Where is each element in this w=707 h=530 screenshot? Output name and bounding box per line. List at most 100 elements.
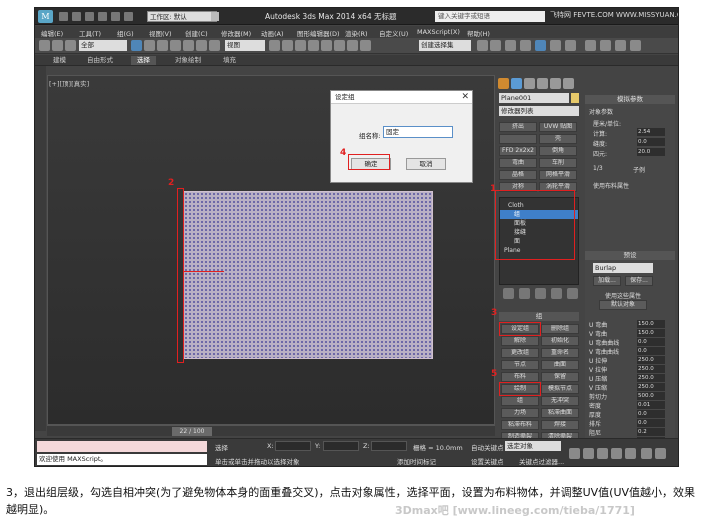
sticky-cloth-button[interactable]: 粘滞布料 (501, 420, 539, 430)
object-params-title[interactable]: 模拟参数 (585, 95, 675, 104)
configure-sets-icon[interactable] (567, 288, 578, 299)
uv-param-value[interactable]: 0.2 (637, 428, 665, 436)
rotate-icon[interactable] (196, 40, 207, 51)
menu-graph-editors[interactable]: 图形编辑器(D) (297, 28, 340, 38)
option-use-cloth-props[interactable]: 使用布料属性 (593, 181, 629, 190)
motion-tab-icon[interactable] (537, 78, 548, 89)
rendered-frame-icon[interactable] (600, 40, 611, 51)
tab-populate[interactable]: 填充 (217, 56, 242, 65)
z-coord-field[interactable] (371, 441, 407, 451)
render-iterative-icon[interactable] (630, 40, 641, 51)
app-logo-icon[interactable]: M (38, 10, 53, 23)
next-frame-icon[interactable] (611, 448, 622, 459)
window-crossing-icon[interactable] (170, 40, 181, 51)
menu-tools[interactable]: 工具(T) (79, 28, 101, 38)
hierarchy-tab-icon[interactable] (524, 78, 535, 89)
option-subsample[interactable]: 1/3 (593, 165, 603, 172)
uv-param-value[interactable]: 0.0 (637, 347, 665, 355)
preset-select[interactable]: Burlap (593, 263, 653, 273)
object-name-field[interactable]: Plane001 (499, 93, 569, 103)
zoom-icon[interactable] (641, 448, 652, 459)
menu-maxscript[interactable]: MAXScript(X) (417, 28, 460, 36)
modifier-extrude-button[interactable]: 挤出 (499, 122, 537, 132)
menu-modifiers[interactable]: 修改器(M) (221, 28, 251, 38)
selection-filter-select[interactable]: 全部 (79, 40, 127, 51)
modifier-meshsmooth-button[interactable]: 网格平滑 (539, 170, 577, 180)
load-button[interactable]: 加载... (593, 276, 621, 286)
preset-title[interactable]: 预设 (585, 251, 675, 260)
cancel-button[interactable]: 取消 (406, 158, 446, 170)
auto-key-button[interactable]: 自动关键点 (471, 442, 504, 452)
render-production-icon[interactable] (615, 40, 626, 51)
uv-param-value[interactable]: 150.0 (637, 329, 665, 337)
unlink-icon[interactable] (52, 40, 63, 51)
utilities-tab-icon[interactable] (563, 78, 574, 89)
redo-icon[interactable] (111, 12, 120, 21)
goto-start-icon[interactable] (569, 448, 580, 459)
modifier-bend-button[interactable]: 弯曲 (499, 158, 537, 168)
material-editor-icon[interactable] (565, 40, 576, 51)
tab-selection[interactable]: 选择 (131, 56, 156, 65)
maxscript-prompt[interactable]: 欢迎使用 MAXScript。 (37, 454, 207, 465)
value-calc[interactable]: 2.54 (637, 128, 665, 136)
uv-param-value[interactable]: 250.0 (637, 374, 665, 382)
modifier-bevel-button[interactable]: 倒角 (539, 146, 577, 156)
time-slider-thumb[interactable]: 22 / 100 (172, 427, 212, 436)
show-end-result-icon[interactable] (519, 288, 530, 299)
set-key-button[interactable]: 设置关键点 (471, 456, 504, 466)
close-icon[interactable]: ✕ (461, 91, 469, 104)
forcefield-button[interactable]: 力场 (501, 408, 539, 418)
rename-button[interactable]: 重命名 (541, 348, 579, 358)
key-filters-button[interactable]: 关键点过滤器... (519, 456, 564, 466)
uv-param-value[interactable]: 500.0 (637, 392, 665, 400)
uv-param-value[interactable]: 150.0 (637, 320, 665, 328)
spinner-snap-icon[interactable] (347, 40, 358, 51)
menu-group[interactable]: 组(G) (117, 28, 134, 38)
value-gravity[interactable]: 0.0 (637, 138, 665, 146)
save-button[interactable]: 保存... (625, 276, 653, 286)
select-by-name-icon[interactable] (144, 40, 155, 51)
cloth-button[interactable]: 布料 (501, 372, 539, 382)
modifier-ffd-button[interactable]: FFD 2x2x2 (499, 146, 537, 156)
object-color-swatch[interactable] (571, 93, 579, 103)
menu-edit[interactable]: 编辑(E) (41, 28, 63, 38)
create-tab-icon[interactable] (498, 78, 509, 89)
menu-help[interactable]: 帮助(H) (467, 28, 490, 38)
maxscript-listener-input[interactable] (37, 441, 207, 452)
snap-toggle-icon[interactable] (308, 40, 319, 51)
bind-spacewarp-icon[interactable] (65, 40, 76, 51)
scale-icon[interactable] (209, 40, 220, 51)
uv-param-value[interactable]: 250.0 (637, 383, 665, 391)
pin-stack-icon[interactable] (503, 288, 514, 299)
uv-param-value[interactable]: 0.0 (637, 338, 665, 346)
new-file-icon[interactable] (59, 12, 68, 21)
link-icon[interactable] (39, 40, 50, 51)
tab-modeling[interactable]: 建模 (47, 56, 72, 65)
display-tab-icon[interactable] (550, 78, 561, 89)
edit-named-sel-icon[interactable] (360, 40, 371, 51)
delete-group-button[interactable]: 删除组 (541, 324, 579, 334)
use-props-label[interactable]: 使用这些属性 (605, 291, 641, 300)
group-button[interactable]: 组 (501, 396, 539, 406)
modifier-uvw-button[interactable]: UVW 贴图 (539, 122, 577, 132)
x-coord-field[interactable] (275, 441, 311, 451)
search-input[interactable]: 键入关键字或短语 (435, 11, 545, 22)
pan-icon[interactable] (655, 448, 666, 459)
viewport-label[interactable]: [+][顶][真实] (49, 78, 89, 88)
tab-object-paint[interactable]: 对象绘制 (169, 56, 207, 65)
menu-create[interactable]: 创建(C) (185, 28, 208, 38)
initialize-button[interactable]: 初始化 (541, 336, 579, 346)
change-group-button[interactable]: 更改组 (501, 348, 539, 358)
y-coord-field[interactable] (323, 441, 359, 451)
chevron-down-icon[interactable] (211, 12, 219, 21)
no-collide-button[interactable]: 无冲突 (541, 396, 579, 406)
modifier-list-select[interactable]: 修改器列表 (499, 106, 579, 116)
make-unique-icon[interactable] (535, 288, 546, 299)
schematic-view-icon[interactable] (550, 40, 561, 51)
tab-freeform[interactable]: 自由形式 (81, 56, 119, 65)
named-selection-select[interactable]: 创建选择集 (419, 40, 471, 51)
menu-views[interactable]: 视图(V) (149, 28, 172, 38)
detach-button[interactable]: 解除 (501, 336, 539, 346)
sticky-surface-button[interactable]: 粘滞曲面 (541, 408, 579, 418)
uv-param-value[interactable]: 250.0 (637, 365, 665, 373)
